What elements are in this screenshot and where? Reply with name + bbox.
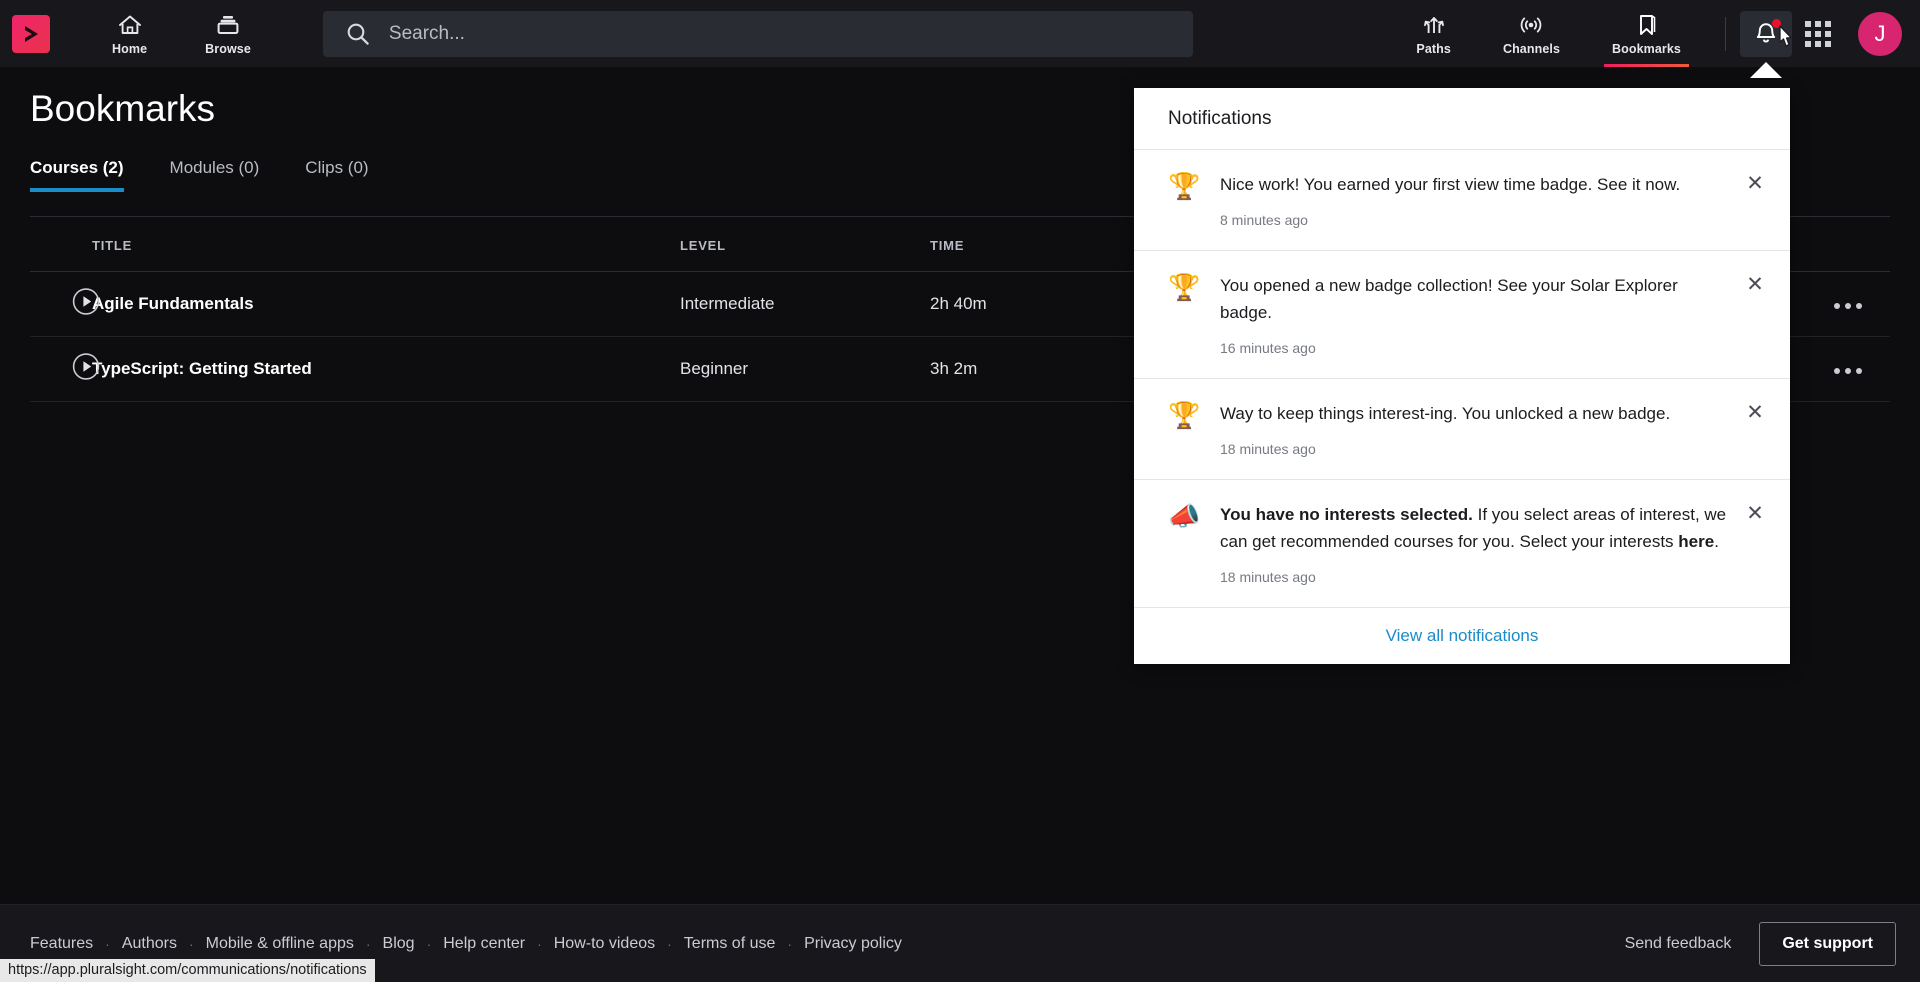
- nav-item-browse-label: Browse: [205, 42, 251, 56]
- notification-body: You have no interests selected. If you s…: [1220, 502, 1760, 585]
- row-title-cell: TypeScript: Getting Started: [30, 336, 680, 402]
- notifications-panel: Notifications 🏆 Nice work! You earned yo…: [1134, 88, 1790, 665]
- row-overflow-menu-button[interactable]: [1834, 303, 1890, 309]
- nav-item-bookmarks[interactable]: Bookmarks: [1598, 0, 1695, 67]
- row-overflow-menu-button[interactable]: [1834, 368, 1890, 374]
- search-input[interactable]: [388, 22, 1193, 45]
- footer-link-authors[interactable]: Authors: [110, 935, 189, 953]
- channels-icon: [1517, 11, 1545, 37]
- footer-actions: Send feedback Get support: [1625, 921, 1896, 966]
- column-header-title: TITLE: [92, 238, 133, 253]
- nav-divider: [1725, 16, 1726, 51]
- footer-link-mobile-offline-apps[interactable]: Mobile & offline apps: [194, 935, 366, 953]
- row-level-cell: Beginner: [680, 336, 930, 402]
- play-circle-icon[interactable]: [72, 353, 100, 386]
- notification-timestamp: 18 minutes ago: [1220, 569, 1316, 586]
- notification-timestamp: 8 minutes ago: [1220, 212, 1308, 229]
- notification-item[interactable]: 🏆 Way to keep things interest-ing. You u…: [1134, 379, 1790, 481]
- notification-body: You opened a new badge collection! See y…: [1220, 273, 1760, 356]
- notifications-panel-arrow: [1750, 62, 1782, 78]
- notifications-panel-header: Notifications: [1134, 88, 1790, 150]
- footer-links: Features · Authors · Mobile & offline ap…: [18, 935, 914, 953]
- nav-item-browse[interactable]: Browse: [191, 0, 265, 67]
- notification-timestamp: 18 minutes ago: [1220, 441, 1316, 458]
- column-header-level: LEVEL: [680, 238, 726, 253]
- row-level-cell: Intermediate: [680, 271, 930, 337]
- notification-text: You opened a new badge collection! See y…: [1220, 276, 1678, 322]
- notifications-title: Notifications: [1168, 107, 1272, 129]
- footer-link-blog[interactable]: Blog: [371, 935, 427, 953]
- footer-link-features[interactable]: Features: [18, 935, 105, 953]
- search-icon: [345, 21, 371, 47]
- close-icon[interactable]: ✕: [1742, 500, 1768, 526]
- footer-link-how-to-videos[interactable]: How-to videos: [542, 935, 667, 953]
- notifications-panel-footer: View all notifications: [1134, 608, 1790, 664]
- notification-item[interactable]: 🏆 Nice work! You earned your first view …: [1134, 150, 1790, 252]
- avatar-initial: J: [1874, 20, 1886, 46]
- search-bar[interactable]: [322, 10, 1193, 57]
- footer-link-help-center[interactable]: Help center: [431, 935, 537, 953]
- course-title-link[interactable]: TypeScript: Getting Started: [92, 359, 312, 378]
- tab-clips[interactable]: Clips (0): [305, 158, 368, 192]
- nav-item-channels[interactable]: Channels: [1489, 0, 1574, 67]
- notification-text: Nice work! You earned your first view ti…: [1220, 175, 1681, 194]
- paths-icon: [1420, 11, 1448, 37]
- page-title: Bookmarks: [30, 88, 216, 129]
- browse-icon: [215, 11, 241, 37]
- active-nav-underline: [1604, 64, 1689, 67]
- avatar[interactable]: J: [1858, 11, 1902, 56]
- footer-link-privacy-policy[interactable]: Privacy policy: [792, 935, 914, 953]
- apps-grid-button[interactable]: [1792, 11, 1844, 57]
- notification-text: Way to keep things interest-ing. You unl…: [1220, 404, 1671, 424]
- trophy-icon: 🏆: [1168, 272, 1201, 303]
- nav-item-channels-label: Channels: [1502, 42, 1560, 56]
- send-feedback-link[interactable]: Send feedback: [1625, 935, 1732, 953]
- notification-text: You have no interests selected. If you s…: [1220, 505, 1727, 551]
- notification-badge-dot: [1772, 18, 1781, 28]
- notification-item[interactable]: 🏆 You opened a new badge collection! See…: [1134, 251, 1790, 380]
- home-icon: [117, 11, 143, 37]
- trophy-icon: 🏆: [1168, 400, 1201, 431]
- play-circle-icon[interactable]: [72, 288, 100, 321]
- trophy-icon: 🏆: [1168, 171, 1201, 201]
- get-support-button[interactable]: Get support: [1759, 921, 1896, 966]
- apps-grid-icon: [1805, 20, 1831, 47]
- close-icon[interactable]: ✕: [1742, 170, 1768, 196]
- close-icon[interactable]: ✕: [1742, 271, 1768, 297]
- status-bar-url: https://app.pluralsight.com/communicatio…: [0, 959, 375, 982]
- course-title-link[interactable]: Agile Fundamentals: [92, 294, 254, 313]
- bookmark-tabs: Courses (2) Modules (0) Clips (0): [30, 158, 369, 192]
- pluralsight-logo[interactable]: [12, 14, 50, 53]
- nav-item-bookmarks-label: Bookmarks: [1612, 42, 1681, 56]
- nav-item-paths[interactable]: Paths: [1402, 0, 1465, 67]
- footer-link-terms-of-use[interactable]: Terms of use: [672, 935, 788, 953]
- nav-item-home[interactable]: Home: [98, 0, 161, 67]
- notification-item[interactable]: 📣 You have no interests selected. If you…: [1134, 480, 1790, 609]
- bookmark-icon: [1635, 11, 1659, 37]
- notification-timestamp: 16 minutes ago: [1220, 340, 1316, 357]
- notification-body: Way to keep things interest-ing. You unl…: [1220, 401, 1760, 457]
- tab-courses[interactable]: Courses (2): [30, 158, 124, 192]
- row-title-cell: Agile Fundamentals: [30, 271, 680, 337]
- tab-modules[interactable]: Modules (0): [170, 158, 260, 192]
- nav-item-paths-label: Paths: [1416, 42, 1451, 56]
- top-nav-right-group: Paths Channels Bookmarks J: [1390, 0, 1920, 67]
- notification-body: Nice work! You earned your first view ti…: [1220, 172, 1760, 228]
- top-navigation-bar: Home Browse Paths: [0, 0, 1920, 67]
- play-arrow-glyph: [25, 25, 38, 42]
- megaphone-icon: 📣: [1168, 501, 1201, 532]
- nav-item-home-label: Home: [112, 42, 148, 56]
- close-icon[interactable]: ✕: [1742, 399, 1768, 425]
- notifications-bell-button[interactable]: [1740, 10, 1792, 57]
- view-all-notifications-link[interactable]: View all notifications: [1386, 626, 1539, 646]
